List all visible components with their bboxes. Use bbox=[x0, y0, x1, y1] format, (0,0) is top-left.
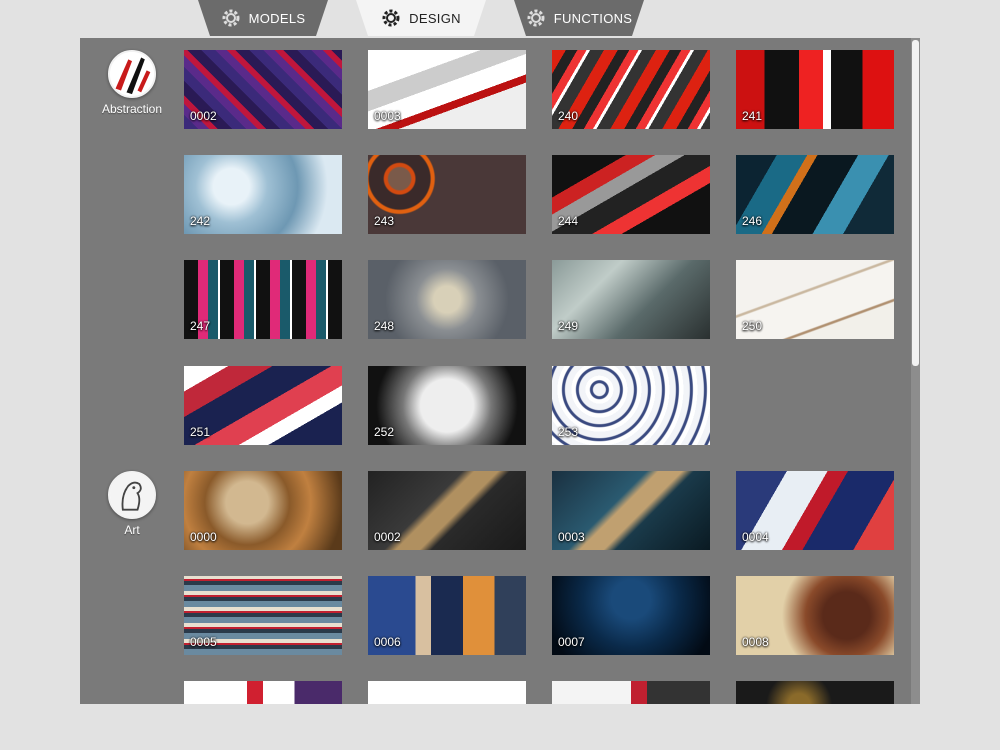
gear-icon bbox=[382, 9, 400, 27]
tab-design-label: DESIGN bbox=[409, 10, 461, 26]
abstraction-category-icon bbox=[108, 50, 156, 98]
design-tile[interactable] bbox=[184, 681, 342, 704]
design-tile[interactable]: 249 bbox=[552, 260, 710, 339]
design-tile[interactable]: 243 bbox=[368, 155, 526, 234]
design-code: 0006 bbox=[374, 635, 401, 649]
tab-models-label: MODELS bbox=[248, 10, 306, 26]
design-tile[interactable]: 251 bbox=[184, 366, 342, 445]
design-tile[interactable] bbox=[552, 681, 710, 704]
design-code: 244 bbox=[558, 214, 579, 228]
design-tile[interactable]: 244 bbox=[552, 155, 710, 234]
design-tile[interactable]: 0003 bbox=[552, 471, 710, 550]
design-tile[interactable]: 250 bbox=[736, 260, 894, 339]
design-code: 249 bbox=[558, 319, 579, 333]
design-tile[interactable]: 0002 bbox=[368, 471, 526, 550]
category-abstraction[interactable]: Abstraction bbox=[94, 50, 170, 116]
design-tile[interactable]: 0004 bbox=[736, 471, 894, 550]
design-code: 246 bbox=[742, 214, 763, 228]
design-tile[interactable]: 0003 bbox=[368, 50, 526, 129]
design-tile[interactable]: 248 bbox=[368, 260, 526, 339]
design-tile[interactable] bbox=[368, 681, 526, 704]
tab-functions-label: FUNCTIONS bbox=[553, 10, 633, 26]
design-code: 0002 bbox=[374, 530, 401, 544]
design-code: 247 bbox=[190, 319, 211, 333]
design-code: 0005 bbox=[190, 635, 217, 649]
design-code: 248 bbox=[374, 319, 395, 333]
vertical-scrollbar[interactable] bbox=[911, 38, 920, 704]
art-category-icon bbox=[108, 471, 156, 519]
design-code: 0007 bbox=[558, 635, 585, 649]
category-art[interactable]: Art bbox=[94, 471, 170, 537]
design-code: 250 bbox=[742, 319, 763, 333]
design-tile[interactable]: 0006 bbox=[368, 576, 526, 655]
design-tile[interactable]: 246 bbox=[736, 155, 894, 234]
design-code: 243 bbox=[374, 214, 395, 228]
design-tile[interactable]: 0000 bbox=[184, 471, 342, 550]
category-label: Abstraction bbox=[101, 102, 163, 116]
design-tile[interactable] bbox=[736, 681, 894, 704]
tab-design[interactable]: DESIGN bbox=[356, 0, 486, 36]
tab-functions[interactable]: FUNCTIONS bbox=[514, 0, 644, 36]
design-tab-bar: MODELS DESIGN FUNCTIONS bbox=[0, 0, 1000, 38]
scrollbar-thumb[interactable] bbox=[912, 40, 919, 366]
design-tile[interactable]: 0007 bbox=[552, 576, 710, 655]
design-code: 251 bbox=[190, 425, 211, 439]
design-code: 241 bbox=[742, 109, 763, 123]
design-gallery-panel[interactable]: Abstraction Art 0002 0003 240 241 242 24… bbox=[80, 38, 920, 704]
design-tile[interactable]: 253 bbox=[552, 366, 710, 445]
gear-icon bbox=[527, 9, 545, 27]
design-tile[interactable]: 0008 bbox=[736, 576, 894, 655]
design-code: 0004 bbox=[742, 530, 769, 544]
category-label: Art bbox=[124, 523, 140, 537]
design-code: 242 bbox=[190, 214, 211, 228]
design-tile[interactable]: 247 bbox=[184, 260, 342, 339]
design-tile[interactable]: 252 bbox=[368, 366, 526, 445]
design-code: 0008 bbox=[742, 635, 769, 649]
design-tile[interactable]: 0002 bbox=[184, 50, 342, 129]
design-code: 0003 bbox=[374, 109, 401, 123]
design-code: 0003 bbox=[558, 530, 585, 544]
design-code: 252 bbox=[374, 425, 395, 439]
tab-models[interactable]: MODELS bbox=[198, 0, 328, 36]
design-tile[interactable]: 241 bbox=[736, 50, 894, 129]
design-code: 0000 bbox=[190, 530, 217, 544]
design-tile[interactable]: 0005 bbox=[184, 576, 342, 655]
design-code: 0002 bbox=[190, 109, 217, 123]
gear-icon bbox=[222, 9, 240, 27]
design-code: 253 bbox=[558, 425, 579, 439]
design-tile[interactable]: 242 bbox=[184, 155, 342, 234]
design-tile[interactable]: 240 bbox=[552, 50, 710, 129]
design-code: 240 bbox=[558, 109, 579, 123]
